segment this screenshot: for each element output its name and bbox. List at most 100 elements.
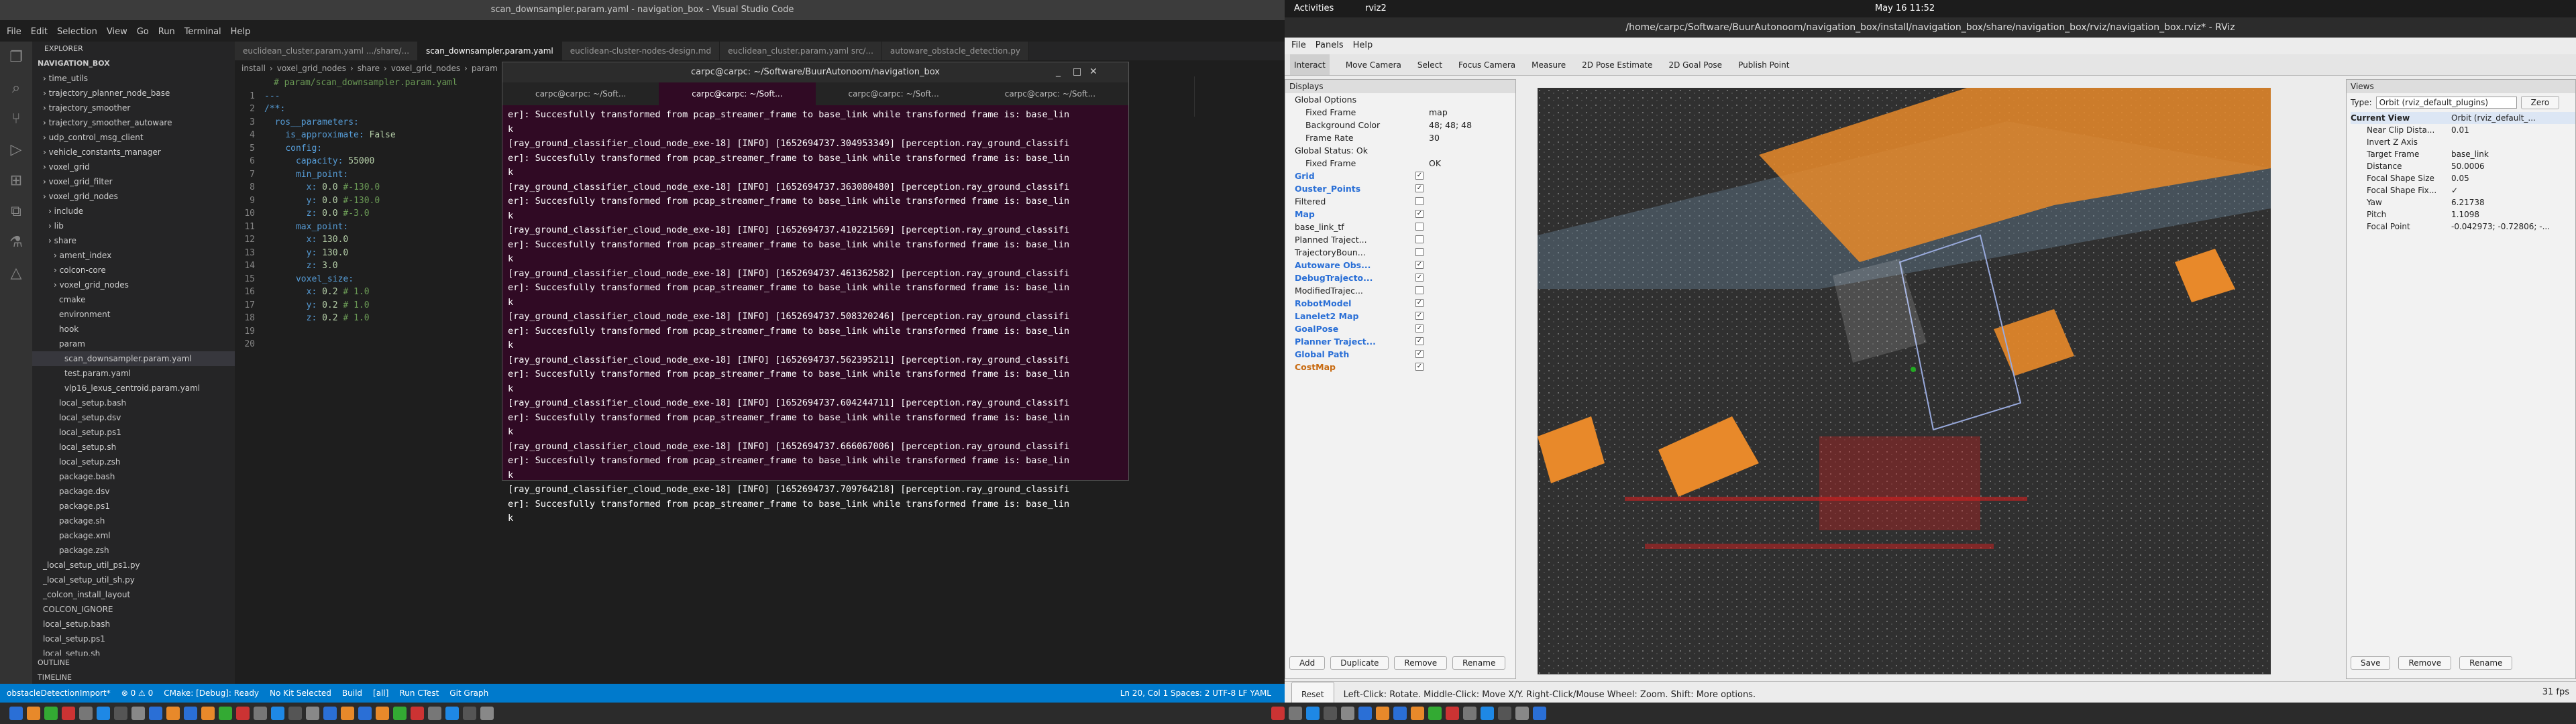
display-checkbox[interactable]: ✓ (1415, 210, 1424, 218)
taskbar-app-icon[interactable] (306, 707, 319, 720)
taskbar-app-icon[interactable] (1481, 707, 1494, 720)
option-value[interactable]: map (1429, 106, 1448, 119)
display-checkbox[interactable] (1415, 286, 1424, 294)
taskbar-app-icon[interactable] (236, 707, 250, 720)
editor-tab[interactable]: euclidean-cluster-nodes-design.md (561, 42, 720, 60)
explorer-root[interactable]: NAVIGATION_BOX (32, 56, 235, 71)
tree-item[interactable]: package.dsv (32, 484, 235, 499)
tree-item[interactable]: › share (32, 233, 235, 248)
display-item[interactable]: TrajectoryBoun... (1295, 246, 1515, 259)
taskbar-app-icon[interactable] (27, 707, 40, 720)
status-item[interactable]: No Kit Selected (270, 684, 331, 703)
taskbar-app-icon[interactable] (411, 707, 424, 720)
terminal-maximize-icon[interactable]: □ (1073, 66, 1081, 77)
display-item[interactable]: Autoware Obs... ✓ (1295, 259, 1515, 272)
tool-publish-point[interactable]: Publish Point (1738, 54, 1789, 75)
display-item[interactable]: ModifiedTrajec... (1295, 284, 1515, 297)
terminal-output[interactable]: er]: Succesfully transformed from pcap_s… (508, 108, 1125, 526)
current-view-label[interactable]: Current View (2351, 112, 2451, 124)
display-item[interactable]: GoalPose ✓ (1295, 322, 1515, 335)
global-option-row[interactable]: Global Options (1295, 93, 1515, 106)
taskbar-app-icon[interactable] (79, 707, 93, 720)
display-item[interactable]: Filtered (1295, 195, 1515, 208)
taskbar-app-icon[interactable] (358, 707, 372, 720)
views-rename-button[interactable]: Rename (2459, 656, 2513, 670)
taskbar-app-icon[interactable] (393, 707, 407, 720)
breadcrumb-item[interactable]: install (241, 62, 266, 75)
display-remove-button[interactable]: Remove (1394, 656, 1448, 670)
status-item[interactable]: Build (342, 684, 362, 703)
taskbar-app-icon[interactable] (1428, 707, 1442, 720)
views-type-select[interactable]: Orbit (rviz_default_plugins) (2375, 97, 2517, 109)
taskbar-app-icon[interactable] (254, 707, 267, 720)
view-prop-value[interactable]: -0.042973; -0.72806; -... (2451, 221, 2550, 233)
taskbar-app-icon[interactable] (1411, 707, 1424, 720)
editor-tab[interactable]: euclidean_cluster.param.yaml .../share/.… (235, 42, 419, 60)
display-add-button[interactable]: Add (1289, 656, 1326, 670)
status-right[interactable]: Ln 20, Col 1 Spaces: 2 UTF-8 LF YAML (1120, 684, 1285, 703)
minimap[interactable] (1194, 76, 1275, 117)
remote-icon[interactable]: ⧉ (0, 196, 32, 227)
run-debug-icon[interactable]: ▷ (0, 134, 32, 165)
option-value[interactable]: 48; 48; 48 (1429, 119, 1472, 131)
search-icon[interactable]: ⌕ (0, 72, 32, 103)
view-prop-value[interactable]: 1.1098 (2451, 208, 2479, 221)
tree-item[interactable]: › colcon-core (32, 263, 235, 278)
tool-2d-pose-estimate[interactable]: 2D Pose Estimate (1582, 54, 1652, 75)
tree-item[interactable]: cmake (32, 292, 235, 307)
tree-item[interactable]: › trajectory_planner_node_base (32, 86, 235, 101)
display-item[interactable]: Planned Traject... (1295, 233, 1515, 246)
tree-item[interactable]: hook (32, 322, 235, 337)
taskbar-app-icon[interactable] (480, 707, 494, 720)
tree-item[interactable]: › lib (32, 219, 235, 233)
display-checkbox[interactable] (1415, 248, 1424, 256)
taskbar-app-icon[interactable] (445, 707, 459, 720)
outline-header[interactable]: OUTLINE (32, 656, 235, 670)
tree-item[interactable]: package.ps1 (32, 499, 235, 514)
display-checkbox[interactable]: ✓ (1415, 274, 1424, 282)
testing-icon[interactable]: ⚗ (0, 227, 32, 257)
view-prop-value[interactable]: 6.21738 (2451, 196, 2485, 208)
view-property[interactable]: Invert Z Axis (2367, 136, 2575, 148)
display-item[interactable]: Grid ✓ (1295, 170, 1515, 182)
timeline-header[interactable]: TIMELINE (32, 670, 235, 685)
taskbar-app-icon[interactable] (376, 707, 389, 720)
taskbar-app-icon[interactable] (1341, 707, 1354, 720)
tree-item[interactable]: › include (32, 204, 235, 219)
menu-item[interactable]: Go (137, 23, 149, 41)
display-item[interactable]: base_link_tf (1295, 221, 1515, 233)
tree-item[interactable]: param (32, 337, 235, 351)
tool-select[interactable]: Select (1417, 54, 1442, 75)
activities-button[interactable]: Activities (1294, 0, 1334, 17)
tree-item[interactable]: local_setup.bash (32, 617, 235, 631)
terminal-tab[interactable]: carpc@carpc: ~/Soft... (659, 82, 816, 105)
taskbar-app-icon[interactable] (131, 707, 145, 720)
tree-item[interactable]: › time_utils (32, 71, 235, 86)
taskbar-app-icon[interactable] (1306, 707, 1320, 720)
tree-item[interactable]: COLCON_IGNORE (32, 602, 235, 617)
menu-item[interactable]: File (7, 23, 21, 41)
taskbar-app-icon[interactable] (463, 707, 476, 720)
tree-item[interactable]: › vehicle_constants_manager (32, 145, 235, 160)
taskbar-app-icon[interactable] (1271, 707, 1285, 720)
rviz-menu-item[interactable]: Help (1353, 38, 1373, 54)
view-property[interactable]: Focal Shape Size 0.05 (2367, 172, 2575, 184)
view-prop-value[interactable]: 50.0006 (2451, 160, 2485, 172)
taskbar-app-icon[interactable] (149, 707, 162, 720)
editor-tab[interactable]: euclidean_cluster.param.yaml src/... (720, 42, 882, 60)
view-prop-value[interactable]: ✓ (2451, 184, 2458, 196)
explorer-icon[interactable]: ❐ (0, 42, 32, 72)
taskbar-app-icon[interactable] (1324, 707, 1337, 720)
terminal-tab[interactable]: carpc@carpc: ~/Soft... (816, 82, 972, 105)
taskbar-app-icon[interactable] (341, 707, 354, 720)
tree-item[interactable]: › voxel_grid (32, 160, 235, 174)
point-cloud-render[interactable] (1538, 88, 2271, 674)
tree-item[interactable]: local_setup.bash (32, 396, 235, 410)
status-item[interactable]: Git Graph (449, 684, 488, 703)
rviz-menu-item[interactable]: Panels (1316, 38, 1344, 54)
view-property[interactable]: Distance 50.0006 (2367, 160, 2575, 172)
view-property[interactable]: Focal Point -0.042973; -0.72806; -... (2367, 221, 2575, 233)
taskbar-app-icon[interactable] (1289, 707, 1302, 720)
view-property[interactable]: Target Frame base_link (2367, 148, 2575, 160)
taskbar-app-icon[interactable] (1463, 707, 1477, 720)
